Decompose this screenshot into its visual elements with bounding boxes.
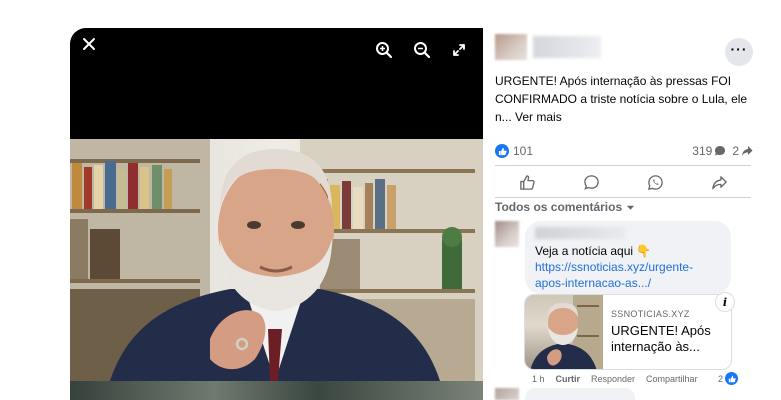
link-preview-text: SSNOTICIAS.XYZ URGENTE! Após internação …	[611, 309, 729, 355]
post-stats: 101 319 2	[495, 144, 753, 162]
like-count[interactable]: 101	[495, 144, 533, 158]
comment-reaction-value: 2	[718, 373, 724, 384]
comment-like-reaction-icon	[725, 372, 739, 385]
more-options-button[interactable]: ···	[725, 38, 753, 66]
commenter-avatar[interactable]	[495, 221, 519, 247]
actions-divider	[495, 197, 751, 198]
fullscreen-icon[interactable]	[448, 39, 470, 61]
comment-time[interactable]: 1 h	[532, 374, 545, 384]
comment-reply-button[interactable]: Responder	[591, 374, 635, 384]
next-commenter-avatar[interactable]	[495, 388, 519, 400]
caret-down-icon	[627, 205, 635, 210]
next-photo-strip	[70, 381, 483, 400]
comment-reaction-count[interactable]: 2	[718, 372, 739, 385]
next-comment-bubble	[525, 388, 635, 400]
stats-divider	[495, 165, 751, 166]
share-count[interactable]: 2	[732, 144, 753, 158]
link-preview-card[interactable]: SSNOTICIAS.XYZ URGENTE! Após internação …	[524, 294, 732, 370]
share-arrow-icon	[742, 146, 753, 156]
post-photo[interactable]	[70, 139, 483, 381]
post-text: URGENTE! Após internação às pressas FOI …	[495, 72, 751, 126]
close-icon[interactable]	[78, 33, 100, 55]
share-count-value: 2	[732, 144, 739, 158]
comment-bubble: Veja a notícia aqui 👇 https://ssnoticias…	[525, 221, 731, 294]
share-button[interactable]	[703, 170, 735, 194]
link-preview-title: URGENTE! Após internação às...	[611, 323, 711, 354]
info-icon[interactable]: i	[715, 292, 735, 312]
share-icon	[711, 175, 727, 189]
comment-icon	[583, 174, 599, 190]
whatsapp-icon	[647, 174, 663, 190]
comment-bubble-icon	[715, 146, 726, 156]
author-name[interactable]	[533, 36, 601, 58]
whatsapp-share-button[interactable]	[639, 170, 671, 194]
author-avatar[interactable]	[495, 34, 527, 60]
like-count-value: 101	[513, 144, 534, 158]
engagement-counts: 319 2	[692, 144, 753, 158]
post-actions	[495, 168, 751, 196]
like-button[interactable]	[511, 170, 543, 194]
zoom-out-icon[interactable]	[411, 39, 433, 61]
see-more-link[interactable]: Ver mais	[515, 110, 562, 124]
comment-text: Veja a notícia aqui 👇	[535, 244, 652, 258]
comments-sort-dropdown[interactable]: Todos os comentários	[495, 200, 635, 214]
comment-like-button[interactable]: Curtir	[556, 374, 581, 384]
comment-share-button[interactable]: Compartilhar	[646, 374, 698, 384]
comments-sort-label: Todos os comentários	[495, 200, 623, 214]
comment-meta: 1 h Curtir Responder Compartilhar	[532, 374, 744, 384]
more-dots-icon: ···	[730, 41, 748, 57]
zoom-in-icon[interactable]	[373, 39, 395, 61]
comment-count[interactable]: 319	[692, 144, 726, 158]
thumbs-up-icon	[519, 174, 535, 190]
post-side-panel: ··· URGENTE! Após internação às pressas …	[483, 28, 761, 400]
portrait-illustration	[70, 139, 483, 381]
comment-count-value: 319	[692, 144, 713, 158]
comment-button[interactable]	[575, 170, 607, 194]
like-reaction-icon	[495, 144, 509, 158]
photo-viewer	[70, 28, 483, 400]
link-preview-thumbnail	[525, 295, 603, 369]
link-preview-domain: SSNOTICIAS.XYZ	[611, 309, 690, 319]
commenter-name[interactable]	[535, 227, 625, 239]
comment-link[interactable]: https://ssnoticias.xyz/urgente-apos-inte…	[535, 259, 721, 291]
